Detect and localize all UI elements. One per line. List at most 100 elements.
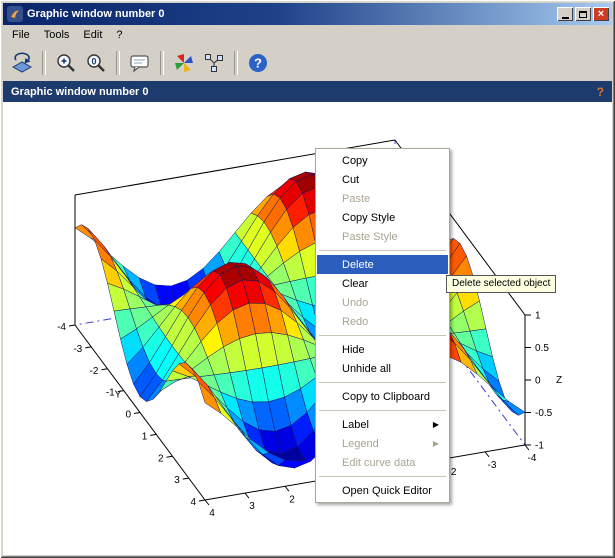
- svg-text:-3: -3: [488, 460, 497, 471]
- graphics-editor-button[interactable]: [125, 49, 155, 77]
- menu-item-label[interactable]: Label▶: [317, 415, 448, 434]
- zoom-area-icon: [54, 51, 78, 75]
- toolbar: 0: [3, 44, 612, 81]
- rotate-3d-icon: [10, 51, 34, 75]
- menu-item-delete[interactable]: Delete: [317, 255, 448, 274]
- menu-separator: [319, 250, 446, 251]
- menu-help[interactable]: ?: [109, 27, 129, 43]
- menu-file[interactable]: File: [5, 27, 37, 43]
- menu-item-label: Copy to Clipboard: [342, 391, 430, 403]
- menu-item-label: Paste Style: [342, 231, 398, 243]
- svg-text:4: 4: [190, 497, 196, 508]
- menu-bar: File Tools Edit ?: [3, 25, 612, 44]
- svg-text:0: 0: [91, 56, 96, 66]
- menu-item-label: Paste: [342, 193, 370, 205]
- toolbar-separator: [42, 51, 46, 75]
- maximize-icon: [579, 11, 587, 18]
- info-bar: Graphic window number 0 ?: [3, 81, 612, 102]
- menu-item-clear[interactable]: Clear: [317, 274, 448, 293]
- menu-item-label: Unhide all: [342, 363, 391, 375]
- menu-item-label: Clear: [342, 278, 368, 290]
- menu-item-label: Copy Style: [342, 212, 395, 224]
- titlebar[interactable]: Graphic window number 0 ×: [3, 3, 612, 25]
- menu-item-label: Open Quick Editor: [342, 485, 432, 497]
- svg-text:0.5: 0.5: [535, 343, 549, 354]
- svg-text:-4: -4: [57, 322, 66, 333]
- svg-text:0: 0: [125, 410, 131, 421]
- tooltip: Delete selected object: [446, 275, 556, 293]
- menu-item-legend: Legend ▶: [317, 434, 448, 453]
- menu-item-cut[interactable]: Cut: [317, 170, 448, 189]
- close-icon: ×: [598, 8, 604, 20]
- menu-item-label: Redo: [342, 316, 368, 328]
- rotate-button[interactable]: [7, 49, 37, 77]
- menu-item-label: Delete: [342, 259, 374, 271]
- menu-separator: [319, 335, 446, 336]
- menu-item-label: Undo: [342, 297, 368, 309]
- svg-text:Z: Z: [556, 375, 562, 386]
- menu-separator: [319, 382, 446, 383]
- svg-text:2: 2: [289, 494, 295, 505]
- menu-item-unhide-all[interactable]: Unhide all: [317, 359, 448, 378]
- submenu-arrow-icon: ▶: [433, 439, 439, 448]
- plot-canvas[interactable]: -4-3-2-10123443210-1-2-3-4-1-0.500.51YXZ: [3, 102, 612, 555]
- svg-text:-3: -3: [73, 344, 82, 355]
- svg-text:4: 4: [209, 508, 215, 519]
- minimize-button[interactable]: [557, 7, 573, 21]
- graphics-editor-icon: [128, 51, 152, 75]
- toolbar-separator: [234, 51, 238, 75]
- menu-edit[interactable]: Edit: [76, 27, 109, 43]
- menu-item-paste-style: Paste Style: [317, 227, 448, 246]
- context-menu: Copy Cut Paste Copy Style Paste Style De…: [315, 148, 450, 503]
- menu-item-edit-curve-data: Edit curve data: [317, 453, 448, 472]
- minimize-icon: [562, 17, 569, 19]
- svg-text:0: 0: [535, 376, 541, 387]
- menu-item-undo: Undo: [317, 293, 448, 312]
- help-icon: ?: [246, 51, 270, 75]
- maximize-button[interactable]: [575, 7, 591, 21]
- menu-item-redo: Redo: [317, 312, 448, 331]
- svg-text:?: ?: [254, 55, 262, 70]
- menu-item-copy-style[interactable]: Copy Style: [317, 208, 448, 227]
- svg-text:-0.5: -0.5: [535, 408, 553, 419]
- menu-separator: [319, 476, 446, 477]
- menu-item-copy[interactable]: Copy: [317, 151, 448, 170]
- menu-item-label: Cut: [342, 174, 359, 186]
- original-view-icon: 0: [84, 51, 108, 75]
- app-icon: [7, 6, 23, 22]
- surface-plot-image: -4-3-2-10123443210-1-2-3-4-1-0.500.51YXZ: [3, 102, 612, 555]
- menu-item-open-quick-editor[interactable]: Open Quick Editor: [317, 481, 448, 500]
- graphic-window: Graphic window number 0 × File Tools Edi…: [0, 0, 615, 558]
- menu-tools[interactable]: Tools: [37, 27, 77, 43]
- menu-item-hide[interactable]: Hide: [317, 340, 448, 359]
- datatips-button[interactable]: [199, 49, 229, 77]
- svg-text:1: 1: [142, 431, 148, 442]
- menu-item-label: Hide: [342, 344, 365, 356]
- svg-text:1: 1: [535, 311, 541, 322]
- svg-text:-2: -2: [90, 366, 99, 377]
- svg-text:3: 3: [174, 475, 180, 486]
- window-controls: ×: [557, 7, 609, 21]
- menu-item-copy-to-clipboard[interactable]: Copy to Clipboard: [317, 387, 448, 406]
- svg-text:3: 3: [249, 501, 255, 512]
- svg-text:-4: -4: [528, 453, 537, 464]
- close-button[interactable]: ×: [593, 7, 609, 21]
- original-view-button[interactable]: 0: [81, 49, 111, 77]
- demos-button[interactable]: [169, 49, 199, 77]
- svg-text:Y: Y: [115, 390, 122, 401]
- svg-text:2: 2: [158, 453, 164, 464]
- menu-item-label: Copy: [342, 155, 368, 167]
- menu-item-label: Edit curve data: [342, 457, 415, 469]
- menu-item-label: Legend: [342, 438, 379, 450]
- menu-separator: [319, 410, 446, 411]
- menu-item-paste: Paste: [317, 189, 448, 208]
- info-bar-title: Graphic window number 0: [11, 86, 149, 98]
- zoom-area-button[interactable]: [51, 49, 81, 77]
- toolbar-separator: [160, 51, 164, 75]
- tooltip-text: Delete selected object: [452, 278, 550, 289]
- info-help-icon[interactable]: ?: [597, 85, 604, 99]
- help-button[interactable]: ?: [243, 49, 273, 77]
- demos-pinwheel-icon: [172, 51, 196, 75]
- datatips-icon: [202, 51, 226, 75]
- menu-item-label: Label: [342, 419, 369, 431]
